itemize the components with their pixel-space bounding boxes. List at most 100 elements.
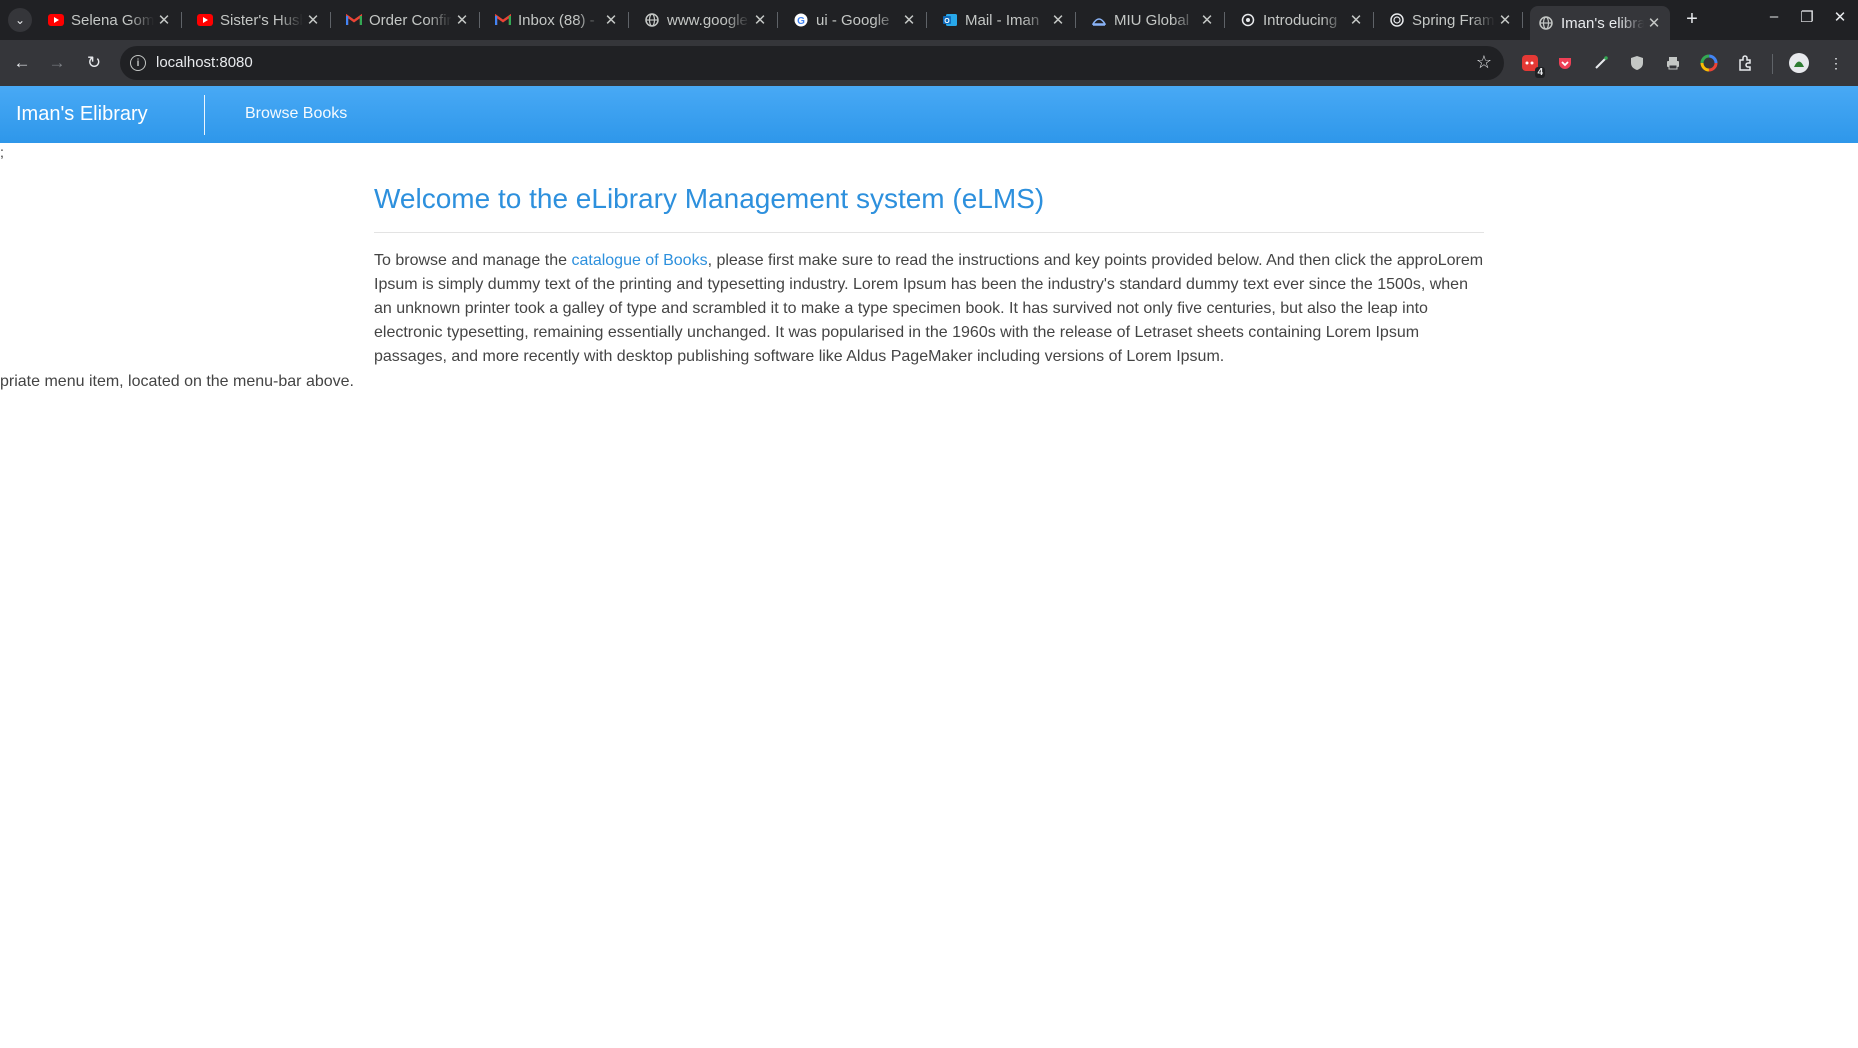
browse-books-link[interactable]: Browse Books [245,105,347,123]
extension-icon[interactable]: 4 [1519,52,1545,78]
overflow-text: priate menu item, located on the menu-ba… [0,373,354,390]
globe-icon [1538,15,1554,31]
close-icon[interactable]: ✕ [899,11,919,29]
youtube-icon [197,12,213,28]
page-title: Welcome to the eLibrary Management syste… [374,183,1045,214]
tab-search-button[interactable]: ⌄ [8,8,32,32]
close-icon[interactable]: ✕ [1197,11,1217,29]
tab-strip: ⌄ Selena Gomez ✕ Sister's Husband ✕ Orde… [0,0,1858,40]
openai-icon [1240,12,1256,28]
browser-tab[interactable]: Inbox (88) - ✕ [487,6,629,34]
close-window-button[interactable]: ✕ [1828,8,1852,26]
browser-tab[interactable]: Introducing ✕ [1232,6,1374,34]
tab-title: Inbox (88) - [518,11,595,29]
minimize-button[interactable]: – [1762,8,1786,25]
back-button[interactable]: ← [10,51,34,75]
navbar-divider [204,95,205,135]
tab-separator [1522,12,1523,28]
svg-text:G: G [797,16,805,27]
info-icon[interactable]: i [130,55,146,71]
svg-text:O: O [944,18,950,25]
close-icon[interactable]: ✕ [601,11,621,29]
tab-separator [330,12,331,28]
pocket-icon[interactable] [1554,52,1576,74]
stray-text: ; [0,144,4,160]
tab-title: Iman's elibrary [1561,14,1644,32]
tab-separator [1373,12,1374,28]
close-icon[interactable]: ✕ [1644,14,1664,32]
youtube-icon [48,12,64,28]
close-icon[interactable]: ✕ [1346,11,1366,29]
extension-badge: 4 [1535,67,1545,78]
intro-paragraph: To browse and manage the catalogue of Bo… [374,249,1484,369]
tab-title: Spring Framework [1412,11,1495,29]
profile-avatar[interactable] [1788,52,1810,74]
tab-separator [181,12,182,28]
close-icon: ✕ [1833,9,1847,26]
browser-tab[interactable]: Order Confirmation ✕ [338,6,480,34]
chevron-down-icon: ⌄ [14,13,26,27]
close-icon[interactable]: ✕ [750,11,770,29]
tab-separator [1075,12,1076,28]
tab-title: Introducing [1263,11,1338,29]
tab-title: Sister's Husband [220,11,303,29]
tab-title: MIU Global [1114,11,1190,29]
intro-text-before: To browse and manage the [374,252,572,269]
browser-tab[interactable]: Selena Gomez ✕ [40,6,182,34]
pen-extension-icon[interactable] [1590,52,1612,74]
catalogue-link[interactable]: catalogue of Books [571,252,707,269]
tab-separator [1224,12,1225,28]
app-navbar: Iman's Elibrary Browse Books [0,86,1858,143]
url-text[interactable]: localhost:8080 [156,54,253,71]
tab-separator [777,12,778,28]
menu-button[interactable]: ⋮ [1825,52,1847,74]
close-icon[interactable]: ✕ [303,11,323,29]
browser-toolbar: ← → ↻ i localhost:8080 ☆ 4 ⋮ [0,40,1858,86]
browser-tab[interactable]: O Mail - Iman ✕ [934,6,1076,34]
miu-icon [1091,12,1107,28]
browser-tab[interactable]: www.google ✕ [636,6,778,34]
globe-icon [644,12,660,28]
browser-tab-active[interactable]: Iman's elibrary ✕ [1530,6,1670,40]
minimize-icon: – [1769,8,1779,25]
browser-tab[interactable]: G ui - Google ✕ [785,6,927,34]
close-icon[interactable]: ✕ [1048,11,1068,29]
reload-icon: ↻ [86,53,102,72]
forward-button[interactable]: → [45,51,69,75]
google-icon: G [793,12,809,28]
browser-tab[interactable]: Spring Framework ✕ [1381,6,1523,34]
gmail-icon [346,12,362,28]
arrow-right-icon: → [48,53,66,72]
close-icon[interactable]: ✕ [154,11,174,29]
outlook-icon: O [942,12,958,28]
arrow-left-icon: ← [13,53,31,72]
spring-icon [1389,12,1405,28]
shield-icon[interactable] [1626,52,1648,74]
browser-tab[interactable]: Sister's Husband ✕ [189,6,331,34]
gmail-icon [495,12,511,28]
brand-link[interactable]: Iman's Elibrary [16,103,148,126]
toolbar-separator [1772,54,1773,74]
reload-button[interactable]: ↻ [82,51,106,75]
color-ring-icon[interactable] [1698,52,1720,74]
restore-icon: ❐ [1800,9,1814,26]
tab-title: ui - Google [816,11,890,29]
extensions-puzzle-icon[interactable] [1734,52,1756,74]
restore-button[interactable]: ❐ [1795,8,1819,26]
close-icon[interactable]: ✕ [1495,11,1515,29]
address-bar[interactable]: i localhost:8080 ☆ [120,46,1504,80]
tab-separator [628,12,629,28]
browser-tab[interactable]: MIU Global ✕ [1083,6,1225,34]
tab-separator [926,12,927,28]
kebab-menu-icon: ⋮ [1829,54,1843,71]
close-icon[interactable]: ✕ [452,11,472,29]
new-tab-button[interactable]: + [1680,8,1704,31]
printer-icon[interactable] [1662,52,1684,74]
plus-icon: + [1686,8,1698,30]
tab-title: www.google [667,11,748,29]
tab-separator [479,12,480,28]
main-content: Welcome to the eLibrary Management syste… [374,178,1484,369]
title-divider [374,232,1484,233]
tab-title: Selena Gomez [71,11,154,29]
bookmark-star-icon[interactable]: ☆ [1476,52,1492,73]
